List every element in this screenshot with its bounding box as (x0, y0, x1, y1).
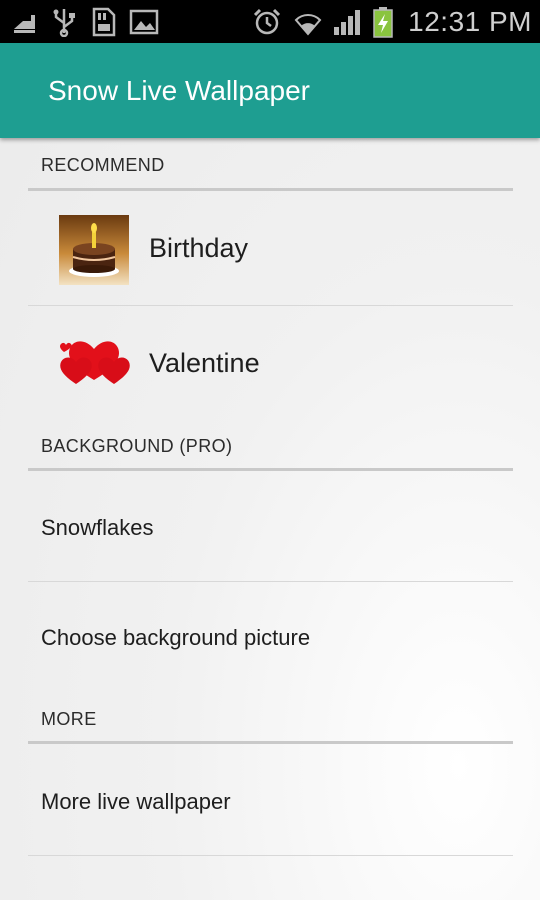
list-item-more-live-wallpaper[interactable]: More live wallpaper (28, 744, 513, 854)
list-item-birthday[interactable]: Birthday (28, 191, 513, 305)
sdcard-icon (88, 0, 118, 43)
section-header-recommend: RECOMMEND (41, 155, 165, 175)
battery-charging-icon (370, 0, 396, 43)
list-item-label: Choose background picture (41, 625, 311, 650)
alarm-icon (252, 0, 282, 43)
list-item-valentine[interactable]: Valentine (28, 306, 513, 418)
usb-icon (50, 0, 78, 43)
list-item-snowflakes[interactable]: Snowflakes (28, 471, 513, 581)
app-bar: Snow Live Wallpaper (0, 43, 540, 138)
list-item-label: More live wallpaper (41, 789, 231, 814)
list-item-label: Birthday (149, 233, 249, 263)
signal-icon (332, 0, 364, 43)
list-item-label: Valentine (149, 348, 260, 378)
list-item-choose-background[interactable]: Choose background picture (28, 582, 513, 692)
wifi-icon (292, 0, 324, 43)
item-divider (28, 855, 513, 856)
status-bar: 12:31 PM (0, 0, 540, 43)
section-header-more: MORE (41, 709, 97, 729)
section-header-background: BACKGROUND (PRO) (41, 436, 233, 456)
app-title: Snow Live Wallpaper (48, 74, 310, 106)
hearts-icon (56, 330, 132, 395)
usb-debug-icon (10, 0, 38, 43)
gallery-icon (128, 0, 160, 43)
birthday-cake-icon (59, 215, 129, 290)
list-item-label: Snowflakes (41, 515, 154, 540)
status-time: 12:31 PM (408, 5, 532, 37)
